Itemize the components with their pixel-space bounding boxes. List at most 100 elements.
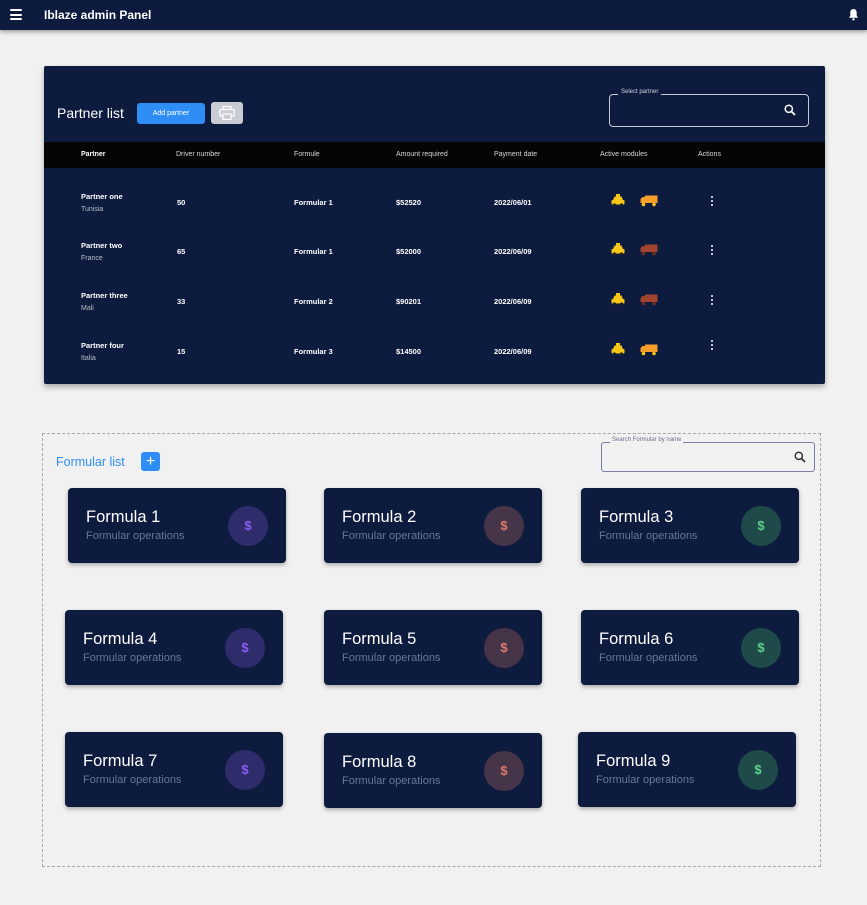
column-header-amount-required[interactable]: Amount required <box>396 151 448 158</box>
formula-card-subtitle: Formular operations <box>83 774 182 786</box>
formula-card-subtitle: Formular operations <box>342 652 441 664</box>
formula-card-subtitle: Formular operations <box>342 775 441 787</box>
partner-country: Italia <box>81 355 96 362</box>
dollar-icon: $ <box>228 506 268 546</box>
formula-card[interactable]: Formula 6 Formular operations $ <box>581 610 799 685</box>
bell-icon[interactable] <box>848 8 859 21</box>
select-partner-field[interactable]: Select partner <box>609 89 809 127</box>
partner-country: France <box>81 255 103 262</box>
taxi-icon[interactable] <box>610 194 626 207</box>
formular-list-title: Formular list <box>56 455 125 469</box>
formula-name: Formular 2 <box>294 297 333 306</box>
table-row[interactable]: Partner one Tunisia 50 Formular 1 $52520… <box>44 178 825 226</box>
column-header-partner[interactable]: Partner <box>81 151 106 158</box>
add-formular-button[interactable]: + <box>141 452 160 471</box>
taxi-icon[interactable] <box>610 343 626 356</box>
partner-country: Tunisia <box>81 206 104 213</box>
driver-number: 65 <box>177 247 186 256</box>
formula-card[interactable]: Formula 7 Formular operations $ <box>65 732 283 807</box>
top-app-bar: Iblaze admin Panel <box>0 0 867 30</box>
taxi-icon[interactable] <box>610 293 626 306</box>
print-button[interactable] <box>211 102 243 124</box>
formula-card-title: Formula 3 <box>599 508 674 526</box>
formula-card[interactable]: Formula 8 Formular operations $ <box>324 733 542 808</box>
formula-card-subtitle: Formular operations <box>599 652 698 664</box>
driver-number: 50 <box>177 198 186 207</box>
table-row[interactable]: Partner four Italia 15 Formular 3 $14500… <box>44 327 825 375</box>
formula-card-title: Formula 7 <box>83 752 158 770</box>
row-actions-menu-icon[interactable] <box>711 245 714 257</box>
search-formular-label: Search Formular by name <box>610 437 684 443</box>
formula-card-subtitle: Formular operations <box>596 774 695 786</box>
formula-card-subtitle: Formular operations <box>342 530 441 542</box>
dollar-icon: $ <box>225 750 265 790</box>
formula-card[interactable]: Formula 4 Formular operations $ <box>65 610 283 685</box>
table-row[interactable]: Partner three Mali 33 Formular 2 $90201 … <box>44 277 825 325</box>
dollar-icon: $ <box>741 628 781 668</box>
search-icon[interactable] <box>784 104 796 116</box>
partner-name: Partner one <box>81 192 123 201</box>
formula-name: Formular 1 <box>294 198 333 207</box>
amount-required: $52520 <box>396 198 422 207</box>
formula-card[interactable]: Formula 9 Formular operations $ <box>578 732 796 807</box>
amount-required: $14500 <box>396 347 422 356</box>
partner-country: Mali <box>81 305 94 312</box>
row-actions-menu-icon[interactable] <box>711 295 714 307</box>
dollar-icon: $ <box>225 628 265 668</box>
formula-card-title: Formula 6 <box>599 630 674 648</box>
partner-name: Partner four <box>81 341 124 350</box>
formula-card-title: Formula 9 <box>596 752 671 770</box>
partner-list-title: Partner list <box>57 105 124 121</box>
add-partner-button[interactable]: Add partner <box>137 103 205 124</box>
truck-inactive-icon[interactable] <box>640 294 658 306</box>
dollar-icon: $ <box>738 750 778 790</box>
partner-list-panel: Partner list Add partner Select partner … <box>44 66 825 384</box>
column-header-formule[interactable]: Formule <box>294 151 320 158</box>
formula-name: Formular 1 <box>294 247 333 256</box>
payment-date: 2022/06/09 <box>494 297 532 306</box>
menu-icon[interactable] <box>10 9 22 20</box>
search-formular-field[interactable]: Search Formular by name <box>601 437 815 472</box>
column-header-active-modules[interactable]: Active modules <box>600 151 647 158</box>
formula-card-title: Formula 4 <box>83 630 158 648</box>
column-header-actions[interactable]: Actions <box>698 151 721 158</box>
row-actions-menu-icon[interactable] <box>711 196 714 208</box>
formula-name: Formular 3 <box>294 347 333 356</box>
payment-date: 2022/06/09 <box>494 247 532 256</box>
amount-required: $90201 <box>396 297 422 306</box>
formula-card[interactable]: Formula 3 Formular operations $ <box>581 488 799 563</box>
formula-card-title: Formula 5 <box>342 630 417 648</box>
partner-name: Partner three <box>81 291 128 300</box>
printer-icon <box>219 106 235 120</box>
dollar-icon: $ <box>484 506 524 546</box>
truck-icon[interactable] <box>640 195 658 207</box>
amount-required: $52000 <box>396 247 422 256</box>
row-actions-menu-icon[interactable] <box>711 340 714 352</box>
select-partner-label: Select partner <box>618 89 662 95</box>
payment-date: 2022/06/09 <box>494 347 532 356</box>
formular-list-section: Formular list + Search Formular by name … <box>42 433 821 867</box>
truck-inactive-icon[interactable] <box>640 244 658 256</box>
taxi-icon[interactable] <box>610 243 626 256</box>
dollar-icon: $ <box>741 506 781 546</box>
formula-card[interactable]: Formula 1 Formular operations $ <box>68 488 286 563</box>
formula-card[interactable]: Formula 5 Formular operations $ <box>324 610 542 685</box>
dollar-icon: $ <box>484 751 524 791</box>
formula-card-subtitle: Formular operations <box>83 652 182 664</box>
formula-card-subtitle: Formular operations <box>86 530 185 542</box>
app-title: Iblaze admin Panel <box>44 8 152 22</box>
partner-name: Partner two <box>81 241 123 250</box>
dollar-icon: $ <box>484 628 524 668</box>
payment-date: 2022/06/01 <box>494 198 532 207</box>
truck-icon[interactable] <box>640 344 658 356</box>
column-header-driver-number[interactable]: Driver number <box>176 151 220 158</box>
table-row[interactable]: Partner two France 65 Formular 1 $52000 … <box>44 227 825 275</box>
formula-card-subtitle: Formular operations <box>599 530 698 542</box>
column-header-payment-date[interactable]: Payment date <box>494 151 537 158</box>
formula-card-title: Formula 1 <box>86 508 161 526</box>
formula-card-title: Formula 8 <box>342 753 417 771</box>
search-icon[interactable] <box>794 451 806 463</box>
formula-card[interactable]: Formula 2 Formular operations $ <box>324 488 542 563</box>
partner-table-header: Partner Driver number Formule Amount req… <box>44 142 825 168</box>
driver-number: 33 <box>177 297 186 306</box>
